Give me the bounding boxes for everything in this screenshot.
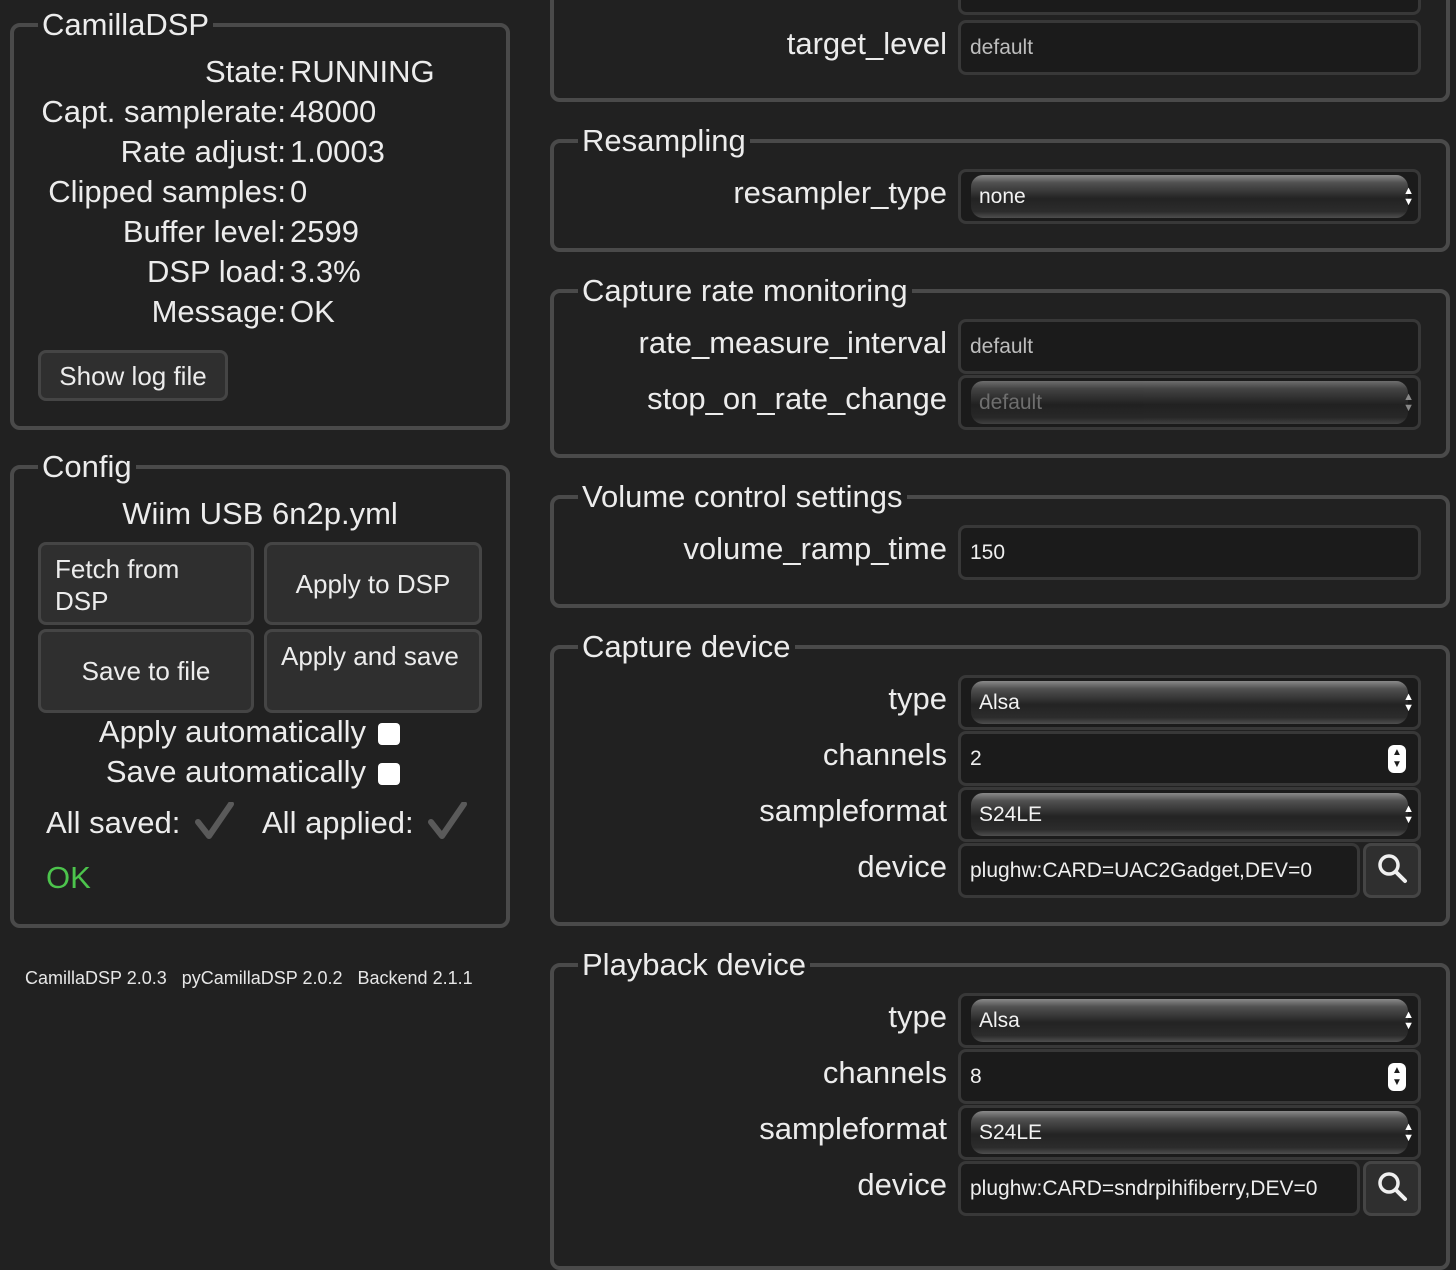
- stepper-icon[interactable]: ▲ ▼: [1388, 1062, 1406, 1091]
- version-backend: Backend 2.1.1: [357, 968, 473, 988]
- version-camilladsp: CamillaDSP 2.0.3: [25, 968, 167, 988]
- status-key: Capt. samplerate:: [41, 94, 286, 129]
- capture-channels-label: channels: [822, 737, 947, 772]
- status-key: Buffer level:: [122, 214, 286, 249]
- status-value: RUNNING: [290, 54, 435, 89]
- search-icon: [1376, 852, 1408, 889]
- all-applied: All applied:: [262, 801, 468, 848]
- all-applied-label: All applied:: [262, 805, 414, 841]
- volume-ramp-time-input[interactable]: 150: [958, 525, 1421, 580]
- status-key: DSP load:: [146, 254, 286, 289]
- save-to-file-button[interactable]: Save to file: [38, 629, 254, 713]
- resampling-legend: Resampling: [582, 123, 746, 158]
- playback-sampleformat-select[interactable]: S24LE ▲ ▼: [958, 1105, 1421, 1160]
- status-key: State:: [205, 54, 286, 89]
- capture-device-search-button[interactable]: [1363, 843, 1421, 898]
- show-log-button[interactable]: Show log file: [38, 350, 228, 401]
- capture-device-label: device: [857, 849, 947, 884]
- capture-sampleformat-value: S24LE: [971, 793, 1408, 836]
- playback-type-select[interactable]: Alsa ▲ ▼: [958, 993, 1421, 1048]
- playback-type-label: type: [888, 999, 947, 1034]
- capture-device-input[interactable]: plughw:CARD=UAC2Gadget,DEV=0: [958, 843, 1360, 898]
- playback-device-search-button[interactable]: [1363, 1161, 1421, 1216]
- save-automatically-label: Save automatically: [105, 754, 366, 789]
- rate-measure-interval-label: rate_measure_interval: [638, 325, 947, 360]
- version-line: CamillaDSP 2.0.3 pyCamillaDSP 2.0.2 Back…: [25, 968, 473, 989]
- all-saved: All saved:: [46, 801, 235, 848]
- resampler-type-select[interactable]: none ▲ ▼: [958, 169, 1421, 224]
- save-automatically-row: Save automatically: [106, 754, 400, 790]
- status-key: Rate adjust:: [120, 134, 286, 169]
- stop-on-rate-change-select[interactable]: default ▲ ▼: [958, 375, 1421, 430]
- fetch-from-dsp-button[interactable]: Fetch from DSP: [38, 542, 254, 625]
- version-pycamilladsp: pyCamillaDSP 2.0.2: [181, 968, 343, 988]
- checkmark-icon: [428, 801, 468, 848]
- stop-on-rate-change-value: default: [971, 381, 1408, 424]
- status-value: 0: [290, 174, 308, 209]
- playback-sampleformat-value: S24LE: [971, 1111, 1408, 1154]
- updown-arrows-icon: ▲ ▼: [1403, 802, 1414, 826]
- capture-channels-input[interactable]: 2 ▲ ▼: [958, 731, 1421, 786]
- updown-arrows-icon: ▲ ▼: [1403, 390, 1414, 414]
- capture-sampleformat-select[interactable]: S24LE ▲ ▼: [958, 787, 1421, 842]
- capture-type-label: type: [888, 681, 947, 716]
- status-legend: CamillaDSP: [42, 7, 210, 42]
- volume-ramp-time-label: volume_ramp_time: [683, 531, 947, 566]
- status-value: 3.3%: [290, 254, 361, 289]
- apply-automatically-row: Apply automatically: [99, 714, 400, 750]
- status-value: 2599: [290, 214, 359, 249]
- stop-on-rate-change-label: stop_on_rate_change: [647, 381, 947, 416]
- updown-arrows-icon: ▲ ▼: [1403, 1120, 1414, 1144]
- apply-to-dsp-button[interactable]: Apply to DSP: [264, 542, 482, 625]
- config-legend: Config: [42, 449, 132, 484]
- capture-device-legend: Capture device: [582, 629, 791, 664]
- target-level-input[interactable]: default: [958, 20, 1421, 75]
- config-filename: Wiim USB 6n2p.yml: [122, 496, 398, 531]
- volume-legend: Volume control settings: [582, 479, 903, 514]
- target-level-label: target_level: [786, 26, 947, 61]
- checkmark-icon: [195, 801, 235, 848]
- resampler-type-value: none: [971, 175, 1408, 218]
- playback-channels-label: channels: [822, 1055, 947, 1090]
- playback-channels-value: 8: [970, 1064, 982, 1088]
- apply-automatically-checkbox[interactable]: [378, 722, 400, 745]
- all-saved-label: All saved:: [46, 805, 181, 841]
- apply-and-save-button[interactable]: Apply and save: [264, 629, 482, 713]
- capture-type-select[interactable]: Alsa ▲ ▼: [958, 675, 1421, 730]
- status-key: Message:: [151, 294, 286, 329]
- playback-device-input[interactable]: plughw:CARD=sndrpihifiberry,DEV=0: [958, 1161, 1360, 1216]
- search-icon: [1376, 1170, 1408, 1207]
- rate-measure-interval-input[interactable]: default: [958, 319, 1421, 374]
- apply-automatically-label: Apply automatically: [98, 714, 366, 749]
- rate-monitoring-legend: Capture rate monitoring: [582, 273, 908, 308]
- updown-arrows-icon: ▲ ▼: [1403, 184, 1414, 208]
- playback-channels-input[interactable]: 8 ▲ ▼: [958, 1049, 1421, 1104]
- resampler-type-label: resampler_type: [733, 175, 947, 210]
- capture-sampleformat-label: sampleformat: [759, 793, 947, 828]
- capture-channels-value: 2: [970, 746, 982, 770]
- playback-device-label: device: [857, 1167, 947, 1202]
- status-value: OK: [290, 294, 335, 329]
- updown-arrows-icon: ▲ ▼: [1403, 690, 1414, 714]
- stepper-icon[interactable]: ▲ ▼: [1388, 744, 1406, 773]
- config-ok-text: OK: [46, 860, 91, 895]
- status-key: Clipped samples:: [48, 174, 286, 209]
- capture-type-value: Alsa: [971, 681, 1408, 724]
- status-value: 48000: [290, 94, 377, 129]
- playback-sampleformat-label: sampleformat: [759, 1111, 947, 1146]
- playback-device-legend: Playback device: [582, 947, 807, 982]
- partial-hidden-field[interactable]: [958, 0, 1421, 15]
- playback-type-value: Alsa: [971, 999, 1408, 1042]
- updown-arrows-icon: ▲ ▼: [1403, 1008, 1414, 1032]
- save-automatically-checkbox[interactable]: [378, 762, 400, 785]
- status-value: 1.0003: [290, 134, 385, 169]
